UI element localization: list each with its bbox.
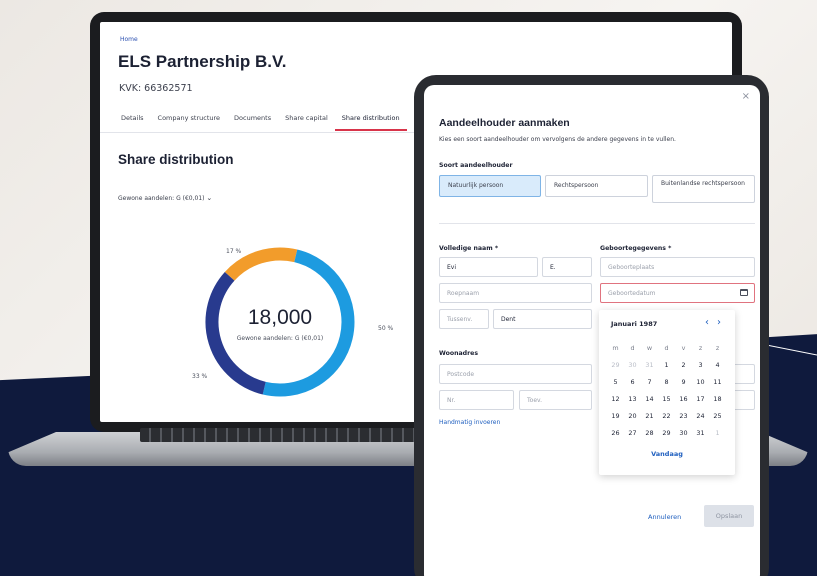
- chevron-down-icon: ⌄: [206, 194, 213, 202]
- tab-bar: Details Company structure Documents Shar…: [114, 114, 407, 131]
- calendar-weekday: v: [681, 344, 686, 352]
- tab-documents[interactable]: Documents: [227, 114, 278, 131]
- calendar-weekday: d: [630, 344, 635, 352]
- shareholder-type-label: Soort aandeelhouder: [439, 162, 513, 169]
- calendar-day[interactable]: 2: [675, 357, 692, 374]
- donut-segment: [224, 247, 298, 281]
- chevron-left-icon[interactable]: ‹: [705, 317, 709, 328]
- infix-input[interactable]: Tussenv.: [439, 309, 489, 329]
- birthplace-input[interactable]: Geboorteplaats: [600, 257, 755, 277]
- modal-title: Aandeelhouder aanmaken: [439, 117, 570, 129]
- calendar-day[interactable]: 12: [607, 391, 624, 408]
- calendar-icon[interactable]: [740, 289, 748, 296]
- tab-company-structure[interactable]: Company structure: [151, 114, 228, 131]
- breadcrumb[interactable]: Home: [120, 36, 138, 43]
- calendar-weekday: z: [715, 344, 720, 352]
- calendar-day[interactable]: 21: [641, 408, 658, 425]
- kvk-number: KVK: 66362571: [119, 83, 193, 94]
- calendar-grid: m d w d v z z 29 30 31 1 2 3 4 5 6 7 8 9 10 11 12 13 14 15 16 17 18…: [607, 340, 726, 442]
- calendar-day[interactable]: 13: [624, 391, 641, 408]
- calendar-weekday: m: [612, 344, 619, 352]
- chevron-right-icon[interactable]: ›: [717, 317, 721, 328]
- segment-label-33: 33 %: [192, 373, 208, 380]
- calendar-day[interactable]: 15: [658, 391, 675, 408]
- calendar-day[interactable]: 17: [692, 391, 709, 408]
- last-name-input[interactable]: Dent: [493, 309, 592, 329]
- calendar-weekday: w: [646, 344, 653, 352]
- save-button[interactable]: Opslaan: [704, 505, 754, 527]
- calendar-day[interactable]: 31: [641, 357, 658, 374]
- modal-description: Kies een soort aandeelhouder om vervolge…: [439, 136, 676, 143]
- birthdate-input[interactable]: Geboortedatum: [600, 283, 755, 303]
- calendar-day[interactable]: 30: [624, 357, 641, 374]
- calendar-day[interactable]: 14: [641, 391, 658, 408]
- calendar-day[interactable]: 1: [658, 357, 675, 374]
- calendar-day[interactable]: 8: [658, 374, 675, 391]
- calendar-day[interactable]: 9: [675, 374, 692, 391]
- calendar-day[interactable]: 22: [658, 408, 675, 425]
- page-title: ELS Partnership B.V.: [118, 52, 287, 71]
- calendar-day[interactable]: 23: [675, 408, 692, 425]
- cancel-button[interactable]: Annuleren: [648, 513, 681, 521]
- birth-details-label: Geboortegegevens *: [600, 245, 672, 252]
- house-number-addition-input[interactable]: Toev.: [519, 390, 592, 410]
- tab-share-capital[interactable]: Share capital: [278, 114, 335, 131]
- call-name-input[interactable]: Roepnaam: [439, 283, 592, 303]
- calendar-day[interactable]: 18: [709, 391, 726, 408]
- initials-input[interactable]: E.: [542, 257, 592, 277]
- modal-divider: [439, 223, 755, 224]
- donut-segment: [205, 271, 266, 395]
- postcode-input[interactable]: Postcode: [439, 364, 592, 384]
- calendar-day[interactable]: 31: [692, 425, 709, 442]
- close-icon[interactable]: ×: [742, 91, 750, 102]
- calendar-day[interactable]: 4: [709, 357, 726, 374]
- type-option-foreign-legal-entity[interactable]: Buitenlandse rechtspersoon: [652, 175, 755, 203]
- donut-total: 18,000: [247, 306, 313, 329]
- donut-subtitle: Gewone aandelen: G (€0,01): [236, 335, 324, 342]
- calendar-day[interactable]: 3: [692, 357, 709, 374]
- manual-entry-link[interactable]: Handmatig invoeren: [439, 419, 500, 426]
- calendar-day[interactable]: 10: [692, 374, 709, 391]
- tab-share-distribution[interactable]: Share distribution: [334, 114, 407, 131]
- share-class-select-label: Gewone aandelen: G (€0,01): [118, 195, 205, 202]
- calendar-day[interactable]: 24: [692, 408, 709, 425]
- calendar-day[interactable]: 1: [709, 425, 726, 442]
- house-number-input[interactable]: Nr.: [439, 390, 514, 410]
- calendar-day[interactable]: 19: [607, 408, 624, 425]
- calendar-day[interactable]: 7: [641, 374, 658, 391]
- calendar-day[interactable]: 29: [658, 425, 675, 442]
- calendar-day[interactable]: 6: [624, 374, 641, 391]
- laptop-keyboard: [140, 428, 420, 442]
- calendar-weekday: z: [698, 344, 703, 352]
- shareholder-modal: × Aandeelhouder aanmaken Kies een soort …: [424, 85, 760, 576]
- today-button[interactable]: Vandaag: [599, 450, 735, 458]
- calendar-day[interactable]: 26: [607, 425, 624, 442]
- type-option-legal-entity[interactable]: Rechtspersoon: [545, 175, 648, 197]
- calendar-day[interactable]: 16: [675, 391, 692, 408]
- calendar-day[interactable]: 25: [709, 408, 726, 425]
- calendar-day[interactable]: 20: [624, 408, 641, 425]
- segment-label-17: 17 %: [226, 248, 242, 255]
- share-class-select[interactable]: Gewone aandelen: G (€0,01) ⌄: [118, 194, 212, 202]
- calendar-day[interactable]: 5: [607, 374, 624, 391]
- full-name-label: Volledige naam *: [439, 245, 499, 252]
- type-option-natural-person[interactable]: Natuurlijk persoon: [439, 175, 541, 197]
- calendar-nav: ‹ ›: [705, 317, 721, 328]
- calendar-weekday: d: [664, 344, 669, 352]
- calendar-day[interactable]: 27: [624, 425, 641, 442]
- tab-details[interactable]: Details: [114, 114, 151, 131]
- share-donut-chart: 18,000 Gewone aandelen: G (€0,01): [200, 242, 360, 402]
- calendar-day[interactable]: 28: [641, 425, 658, 442]
- calendar-month-label: Januari 1987: [611, 320, 658, 328]
- calendar-day[interactable]: 11: [709, 374, 726, 391]
- date-picker: Januari 1987 ‹ › m d w d v z z 29 30 31 1 2 3 4 5 6 7 8 9 1…: [599, 310, 735, 475]
- first-name-input[interactable]: Evi: [439, 257, 538, 277]
- calendar-day[interactable]: 30: [675, 425, 692, 442]
- section-title: Share distribution: [118, 152, 234, 167]
- segment-label-50: 50 %: [378, 325, 394, 332]
- birthdate-placeholder: Geboortedatum: [608, 290, 656, 297]
- address-label: Woonadres: [439, 350, 479, 357]
- calendar-day[interactable]: 29: [607, 357, 624, 374]
